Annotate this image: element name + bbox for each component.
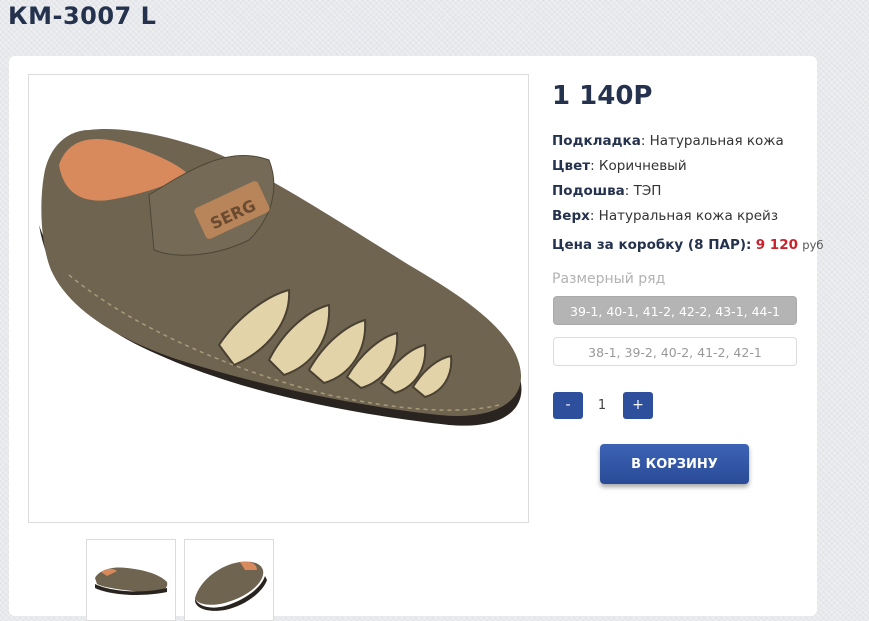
- product-properties: Подкладка: Натуральная кожа Цвет: Коричн…: [552, 132, 784, 232]
- size-option-1-selected[interactable]: 39-1, 40-1, 41-2, 42-2, 43-1, 44-1: [553, 296, 797, 325]
- quantity-value[interactable]: 1: [587, 392, 617, 419]
- property-label: Верх: [552, 208, 590, 224]
- box-price-value: 9 120: [755, 237, 798, 253]
- sandal-thumbnail-angle-icon: [195, 561, 267, 611]
- add-to-cart-button[interactable]: В КОРЗИНУ: [600, 444, 749, 484]
- box-price-currency: руб: [802, 238, 824, 252]
- sandal-thumbnail-side-icon: [95, 567, 168, 595]
- property-upper: Верх: Натуральная кожа крейз: [552, 207, 784, 232]
- box-price-label: Цена за коробку (8 ПАР):: [552, 237, 752, 253]
- product-price: 1 140Р: [552, 81, 653, 111]
- quantity-increase-button[interactable]: +: [623, 392, 653, 419]
- property-label: Подкладка: [552, 133, 641, 149]
- property-value: : ТЭП: [624, 183, 662, 199]
- product-card: SERG 1 140Р Подкладка: Натуральная кожа …: [9, 56, 824, 621]
- box-price: Цена за коробку (8 ПАР): 9 120 руб: [552, 237, 824, 253]
- property-sole: Подошва: ТЭП: [552, 182, 784, 207]
- property-value: : Натуральная кожа крейз: [589, 208, 779, 224]
- property-lining: Подкладка: Натуральная кожа: [552, 132, 784, 157]
- product-title: КМ-3007 L: [8, 2, 157, 30]
- property-label: Цвет: [552, 158, 591, 174]
- size-range-title: Размерный ряд: [552, 271, 666, 287]
- size-option-2[interactable]: 38-1, 39-2, 40-2, 41-2, 42-1: [553, 337, 797, 366]
- property-color: Цвет: Коричневый: [552, 157, 784, 182]
- sandal-photo: SERG: [39, 129, 522, 426]
- property-value: : Натуральная кожа: [640, 133, 784, 149]
- main-product-image[interactable]: SERG: [28, 74, 529, 523]
- quantity-decrease-button[interactable]: -: [553, 392, 583, 419]
- property-label: Подошва: [552, 183, 625, 199]
- property-value: : Коричневый: [590, 158, 687, 174]
